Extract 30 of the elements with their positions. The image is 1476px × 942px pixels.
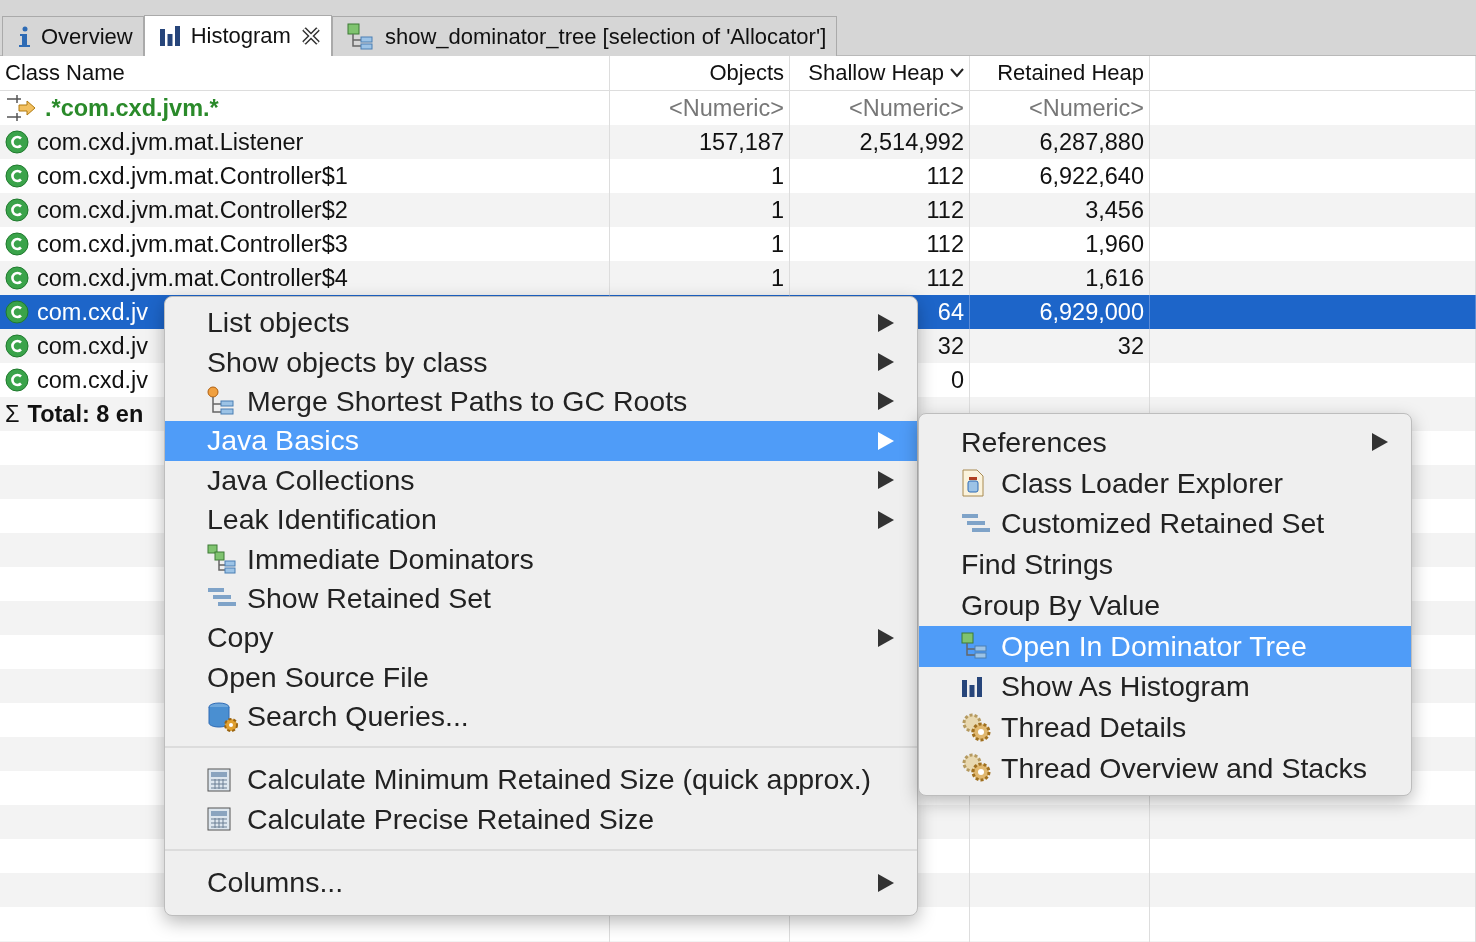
- table-cell: com.cxd.jvm.mat.Controller$2: [37, 196, 348, 224]
- table-cell: 32: [1117, 332, 1144, 360]
- total-label: Total: 8 en: [27, 400, 144, 428]
- table-cell: 0: [950, 366, 964, 394]
- table-cell: 112: [926, 196, 964, 224]
- table-cell: com.cxd.jv: [37, 298, 148, 326]
- table-cell: 6,929,000: [1039, 298, 1144, 326]
- table-cell: com.cxd.jv: [37, 332, 148, 360]
- table-cell: com.cxd.jvm.mat.Controller$3: [37, 230, 348, 258]
- table-cell: 112: [926, 162, 964, 190]
- table-cell: 6,922,640: [1039, 162, 1144, 190]
- table-cell: com.cxd.jv: [37, 366, 148, 394]
- table-cell: 1,616: [1085, 264, 1144, 292]
- table-cell: 32: [937, 332, 964, 360]
- table-cell: 2,514,992: [859, 128, 964, 156]
- table-cell: 112: [926, 230, 964, 258]
- table-cell: 157,187: [699, 128, 784, 156]
- table-cell: 1: [770, 196, 784, 224]
- sigma-symbol: Σ: [5, 400, 20, 428]
- table-cell: 1: [770, 162, 784, 190]
- table-cell: com.cxd.jvm.mat.Controller$4: [37, 264, 348, 292]
- table-cell: 6,287,880: [1039, 128, 1144, 156]
- table-cell: 1: [770, 230, 784, 258]
- table-cell: com.cxd.jvm.mat.Controller$1: [37, 162, 348, 190]
- table-cell: com.cxd.jvm.mat.Listener: [37, 128, 304, 156]
- table-cell: 3,456: [1085, 196, 1144, 224]
- table-cell: 112: [926, 264, 964, 292]
- table-cell: 1,960: [1085, 230, 1144, 258]
- table-cell: 1: [770, 264, 784, 292]
- table-cell: 64: [937, 298, 964, 326]
